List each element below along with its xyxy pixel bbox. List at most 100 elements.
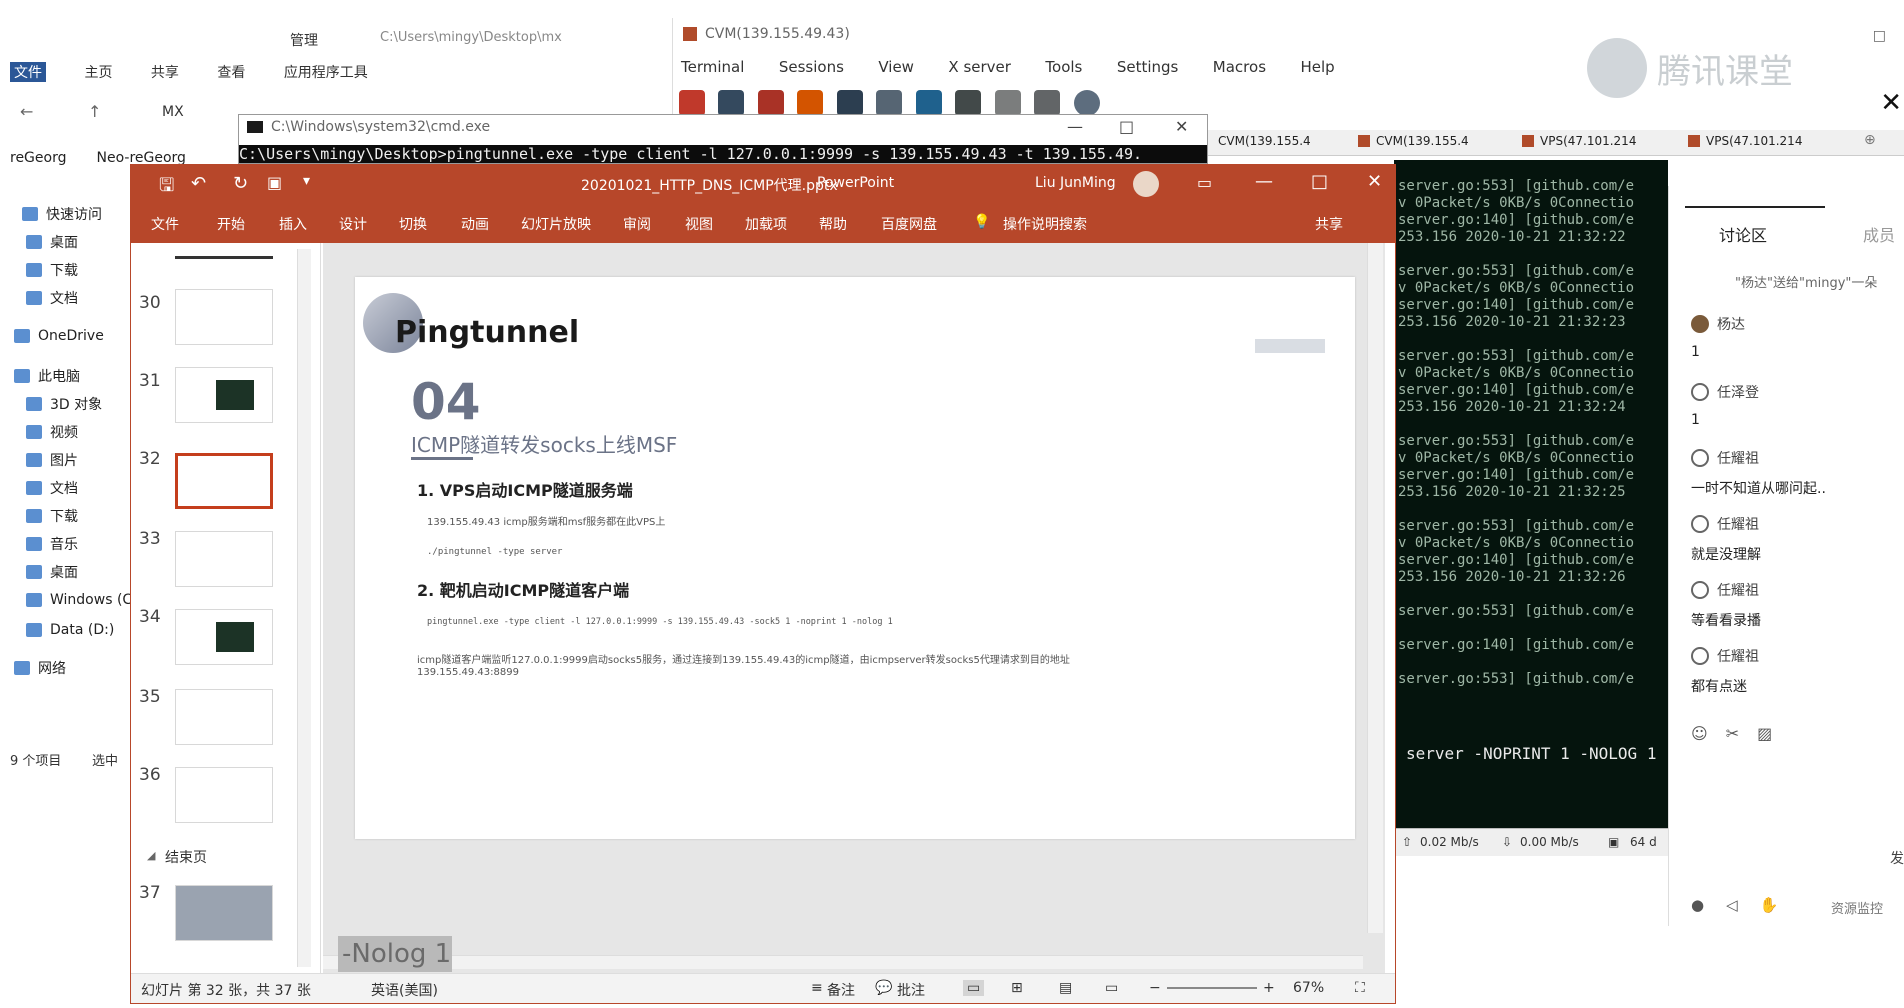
terminal-tab-cvm-1[interactable]: CVM(139.155.4 — [1218, 134, 1311, 148]
slideshow-icon[interactable]: ▭ — [1105, 980, 1118, 996]
normal-view-icon[interactable]: ▭ — [963, 980, 985, 996]
nav-onedrive[interactable]: OneDrive — [14, 328, 104, 344]
new-tab-icon[interactable]: ⊕ — [1864, 132, 1876, 148]
star-icon[interactable] — [797, 90, 824, 116]
explorer-address-bar[interactable]: MX — [162, 104, 184, 120]
cmd-minimize-button[interactable]: — — [1067, 117, 1083, 136]
nav-pictures[interactable]: 图片 — [26, 450, 78, 470]
back-arrow-icon[interactable]: ← — [20, 102, 33, 121]
tab-review[interactable]: 审阅 — [623, 214, 651, 234]
slide-thumbnail[interactable] — [175, 531, 273, 587]
explorer-tab-app-tools[interactable]: 应用程序工具 — [284, 62, 368, 82]
resource-monitor-link[interactable]: 资源监控 — [1831, 898, 1883, 917]
slide-sorter-icon[interactable]: ⊞ — [1011, 980, 1023, 996]
slide-thumbnail[interactable] — [175, 767, 273, 823]
grid-icon[interactable] — [876, 90, 903, 116]
speaker-icon[interactable]: ◁ — [1726, 896, 1738, 914]
hand-icon[interactable]: ✋ — [1760, 896, 1779, 914]
cmd-command-line[interactable]: C:\Users\mingy\Desktop>pingtunnel.exe -t… — [239, 145, 1207, 163]
terminal-maximize-button[interactable]: □ — [1873, 28, 1886, 44]
zoom-in-icon[interactable]: + — [1263, 980, 1275, 996]
monitor-icon[interactable] — [836, 90, 863, 116]
tab-baidu-netdisk[interactable]: 百度网盘 — [881, 214, 937, 234]
explorer-tab-regeorg[interactable]: reGeorg — [10, 150, 67, 166]
tab-animations[interactable]: 动画 — [461, 214, 489, 234]
explorer-tab-file[interactable]: 文件 — [10, 62, 46, 82]
slide-thumbnail[interactable] — [175, 367, 273, 423]
reading-view-icon[interactable]: ▤ — [1059, 980, 1072, 996]
tunnel-icon[interactable] — [994, 90, 1021, 116]
packages-icon[interactable] — [1034, 90, 1061, 116]
tab-view[interactable]: 视图 — [685, 214, 713, 234]
explorer-tab-home[interactable]: 主页 — [84, 62, 112, 82]
cmd-close-button[interactable]: ✕ — [1175, 117, 1188, 136]
undo-icon[interactable]: ↶ — [191, 173, 206, 194]
nav-documents[interactable]: 文档 — [26, 288, 78, 308]
tell-me-search[interactable]: 操作说明搜索 — [1003, 214, 1087, 234]
split-icon[interactable] — [915, 90, 942, 116]
multi-exec-icon[interactable] — [955, 90, 982, 116]
fit-slide-icon[interactable]: ⛶ — [1355, 980, 1365, 996]
nav-network[interactable]: 网络 — [14, 658, 66, 678]
nav-desktop[interactable]: 桌面 — [26, 232, 78, 252]
menu-x-server[interactable]: X server — [948, 58, 1011, 76]
ppt-user-name[interactable]: Liu JunMing — [1035, 175, 1116, 191]
share-button[interactable]: 共享 — [1315, 214, 1343, 234]
save-icon[interactable]: 🖫 — [159, 173, 174, 203]
menu-sessions[interactable]: Sessions — [779, 58, 844, 76]
tab-home[interactable]: 开始 — [217, 214, 245, 234]
maximize-button[interactable]: □ — [1311, 171, 1328, 192]
explorer-manage-tab[interactable]: 管理 — [290, 30, 318, 50]
nav-quick-access[interactable]: 快速访问 — [22, 204, 102, 224]
cmd-maximize-button[interactable]: □ — [1119, 117, 1134, 136]
avatar[interactable] — [1133, 171, 1159, 197]
comments-button[interactable]: 批注 — [897, 980, 925, 1000]
microphone-icon[interactable]: ● — [1691, 896, 1704, 914]
slide-thumbnail[interactable] — [175, 609, 273, 665]
nav-data-d[interactable]: Data (D:) — [26, 622, 114, 638]
zoom-level[interactable]: 67% — [1293, 980, 1324, 996]
menu-terminal[interactable]: Terminal — [681, 58, 744, 76]
nav-3d-objects[interactable]: 3D 对象 — [26, 394, 102, 414]
thumbnail-scrollbar[interactable] — [297, 249, 311, 967]
menu-macros[interactable]: Macros — [1213, 58, 1266, 76]
nav-videos[interactable]: 视频 — [26, 422, 78, 442]
slide-thumbnail[interactable] — [175, 689, 273, 745]
slide-thumbnail[interactable] — [175, 885, 273, 941]
slide-thumbnail-selected[interactable] — [175, 453, 273, 509]
tab-members[interactable]: 成员 — [1863, 222, 1895, 246]
tab-design[interactable]: 设计 — [339, 214, 367, 234]
terminal-tab-vps-1[interactable]: VPS(47.101.214 — [1522, 134, 1636, 148]
session-icon[interactable] — [679, 90, 705, 116]
nav-downloads[interactable]: 下载 — [26, 260, 78, 280]
nav-desktop-2[interactable]: 桌面 — [26, 562, 78, 582]
language-indicator[interactable]: 英语(美国) — [371, 980, 438, 1000]
redo-icon[interactable]: ↻ — [233, 173, 248, 194]
image-icon[interactable]: ▨ — [1757, 724, 1772, 743]
section-collapse-icon[interactable]: ◢ — [147, 849, 155, 862]
close-button[interactable]: ✕ — [1367, 171, 1382, 192]
canvas-vertical-scrollbar[interactable] — [1367, 243, 1383, 933]
terminal-tab-vps-2[interactable]: VPS(47.101.214 — [1688, 134, 1802, 148]
nav-this-pc[interactable]: 此电脑 — [14, 366, 80, 386]
nav-windows-c[interactable]: Windows (C — [26, 592, 132, 608]
menu-help[interactable]: Help — [1300, 58, 1334, 76]
menu-settings[interactable]: Settings — [1117, 58, 1179, 76]
emoji-icon[interactable]: ☺ — [1691, 724, 1708, 743]
scissors-icon[interactable]: ✂ — [1726, 724, 1739, 743]
notes-button[interactable]: 备注 — [827, 980, 855, 1000]
section-label[interactable]: 结束页 — [165, 847, 207, 867]
menu-view[interactable]: View — [878, 58, 914, 76]
nav-documents-2[interactable]: 文档 — [26, 478, 78, 498]
servers-icon[interactable] — [718, 90, 745, 116]
terminal-close-icon[interactable]: ✕ — [1880, 88, 1902, 118]
menu-tools[interactable]: Tools — [1045, 58, 1082, 76]
canvas-horizontal-scrollbar[interactable] — [323, 955, 1363, 969]
terminal-tab-cvm-2[interactable]: CVM(139.155.4 — [1358, 134, 1469, 148]
tab-file[interactable]: 文件 — [151, 214, 179, 234]
explorer-tab-share[interactable]: 共享 — [151, 62, 179, 82]
present-icon[interactable]: ▣ — [267, 173, 282, 192]
tab-slideshow[interactable]: 幻灯片放映 — [521, 214, 591, 234]
customize-toolbar-icon[interactable]: ▾ — [303, 173, 310, 189]
up-arrow-icon[interactable]: ↑ — [88, 102, 101, 121]
